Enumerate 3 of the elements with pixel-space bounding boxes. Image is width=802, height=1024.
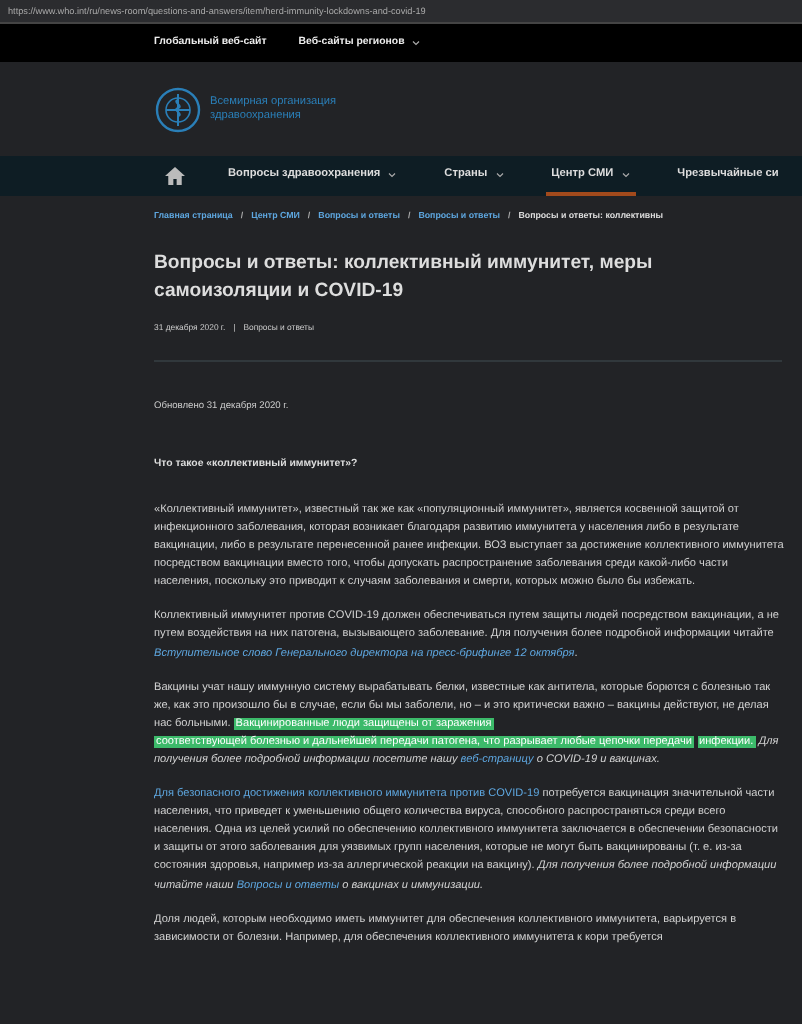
logo-icon <box>154 85 202 133</box>
article-title: Вопросы и ответы: коллективный иммунитет, меры самоизоляции и COVID-19 <box>154 249 655 306</box>
home-icon <box>164 166 186 186</box>
